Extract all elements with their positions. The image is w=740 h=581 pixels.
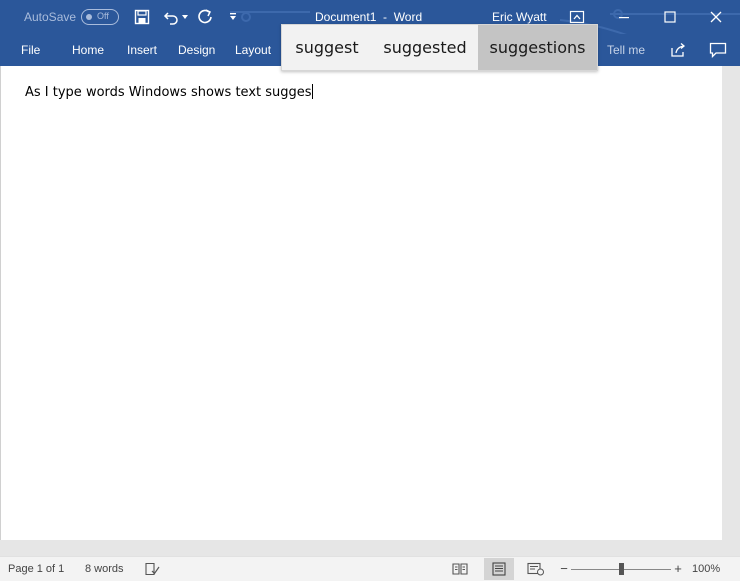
suggestion-item[interactable]: suggest xyxy=(282,25,372,70)
tab-design[interactable]: Design xyxy=(178,43,215,57)
autosave-label: AutoSave xyxy=(24,10,77,24)
text-cursor xyxy=(311,84,313,99)
tab-file[interactable]: File xyxy=(21,43,40,57)
read-mode-icon[interactable] xyxy=(451,560,469,578)
undo-icon[interactable] xyxy=(162,8,180,26)
zoom-slider-thumb[interactable] xyxy=(619,563,624,575)
document-text-line[interactable]: As I type words Windows shows text sugge… xyxy=(25,84,313,100)
document-page[interactable]: As I type words Windows shows text sugge… xyxy=(0,66,722,540)
maximize-icon[interactable] xyxy=(660,7,680,27)
status-bar: Page 1 of 1 8 words − + 100% xyxy=(0,556,740,581)
page-count[interactable]: Page 1 of 1 xyxy=(8,563,64,575)
suggestion-item[interactable]: suggested xyxy=(372,25,478,70)
page-edge xyxy=(0,66,1,540)
zoom-level[interactable]: 100% xyxy=(692,563,720,575)
document-area: As I type words Windows shows text sugge… xyxy=(0,66,740,556)
zoom-in-button[interactable]: + xyxy=(672,561,684,576)
word-count[interactable]: 8 words xyxy=(85,563,124,575)
toggle-knob xyxy=(86,14,92,20)
autosave-state: Off xyxy=(97,11,109,21)
save-icon[interactable] xyxy=(133,8,151,26)
share-icon[interactable] xyxy=(669,41,687,59)
document-text: As I type words Windows shows text sugge… xyxy=(25,85,312,100)
tell-me-search[interactable]: Tell me xyxy=(607,43,645,57)
suggestion-item-selected[interactable]: suggestions xyxy=(478,25,597,70)
customize-toolbar-icon[interactable] xyxy=(226,8,240,26)
text-suggestions-bar: suggest suggested suggestions xyxy=(281,24,598,71)
proofing-icon[interactable] xyxy=(143,560,161,578)
close-icon[interactable] xyxy=(706,7,726,27)
autosave-toggle[interactable]: Off xyxy=(81,9,119,25)
document-title: Document1 - Word xyxy=(315,10,423,24)
user-name[interactable]: Eric Wyatt xyxy=(492,10,547,24)
print-layout-icon[interactable] xyxy=(484,558,514,580)
minimize-icon[interactable] xyxy=(614,7,634,27)
web-layout-icon[interactable] xyxy=(527,560,545,578)
redo-icon[interactable] xyxy=(196,8,214,26)
comments-icon[interactable] xyxy=(709,41,727,59)
tab-home[interactable]: Home xyxy=(72,43,104,57)
tab-layout[interactable]: Layout xyxy=(235,43,271,57)
zoom-out-button[interactable]: − xyxy=(558,561,570,576)
undo-dropdown-icon[interactable] xyxy=(179,8,191,26)
tab-insert[interactable]: Insert xyxy=(127,43,157,57)
